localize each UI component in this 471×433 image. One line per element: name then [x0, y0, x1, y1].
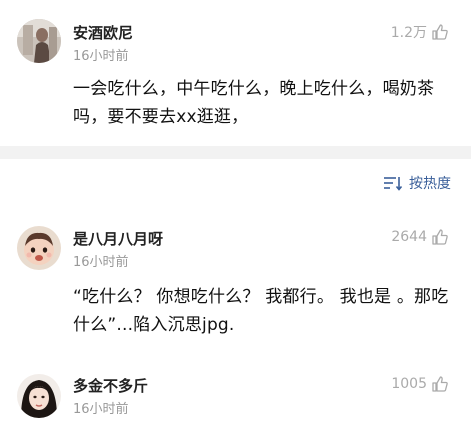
comment-text: 一会吃什么，中午吃什么，晚上吃什么，喝奶茶吗，要不要去xx逛逛， [73, 79, 435, 127]
comment-item: 安酒欧尼 16小时前 1.2万 一会吃什么，中午吃什么，晚上吃什么，喝奶茶吗，要… [0, 0, 471, 146]
thumbs-up-icon [432, 229, 448, 245]
avatar-photo [17, 374, 61, 418]
sort-by-hot-button[interactable]: 按热度 [383, 173, 451, 193]
username[interactable]: 多金不多斤 [73, 375, 148, 396]
timestamp: 16小时前 [73, 255, 129, 270]
thumbs-up-icon [432, 376, 448, 392]
thumbs-up-icon [432, 24, 448, 40]
like-button[interactable]: 1.2万 [391, 22, 449, 42]
avatar[interactable] [17, 226, 61, 270]
username[interactable]: 是八月八月呀 [73, 228, 163, 249]
avatar-photo [17, 19, 61, 63]
like-count: 2644 [391, 229, 427, 245]
sort-icon [384, 177, 403, 191]
avatar[interactable] [17, 19, 61, 63]
timestamp: 16小时前 [73, 402, 129, 417]
sort-label: 按热度 [409, 176, 451, 192]
comment-item: 多金不多斤 16小时前 1005 [0, 360, 471, 433]
avatar-photo [17, 226, 61, 270]
avatar[interactable] [17, 374, 61, 418]
like-count: 1.2万 [390, 25, 427, 41]
comment-text: “吃什么？ 你想吃什么？ 我都行。 我也是 。那吃什么”...陷入沉思jpg. [73, 287, 449, 335]
timestamp: 16小时前 [73, 49, 129, 64]
comment-item: 是八月八月呀 16小时前 2644 “吃什么？ 你想吃什么？ 我都行。 我也是 … [0, 210, 471, 360]
like-count: 1005 [391, 376, 427, 392]
like-button[interactable]: 2644 [391, 228, 449, 246]
section-divider [0, 146, 471, 159]
like-button[interactable]: 1005 [391, 375, 449, 393]
username[interactable]: 安酒欧尼 [73, 22, 133, 43]
